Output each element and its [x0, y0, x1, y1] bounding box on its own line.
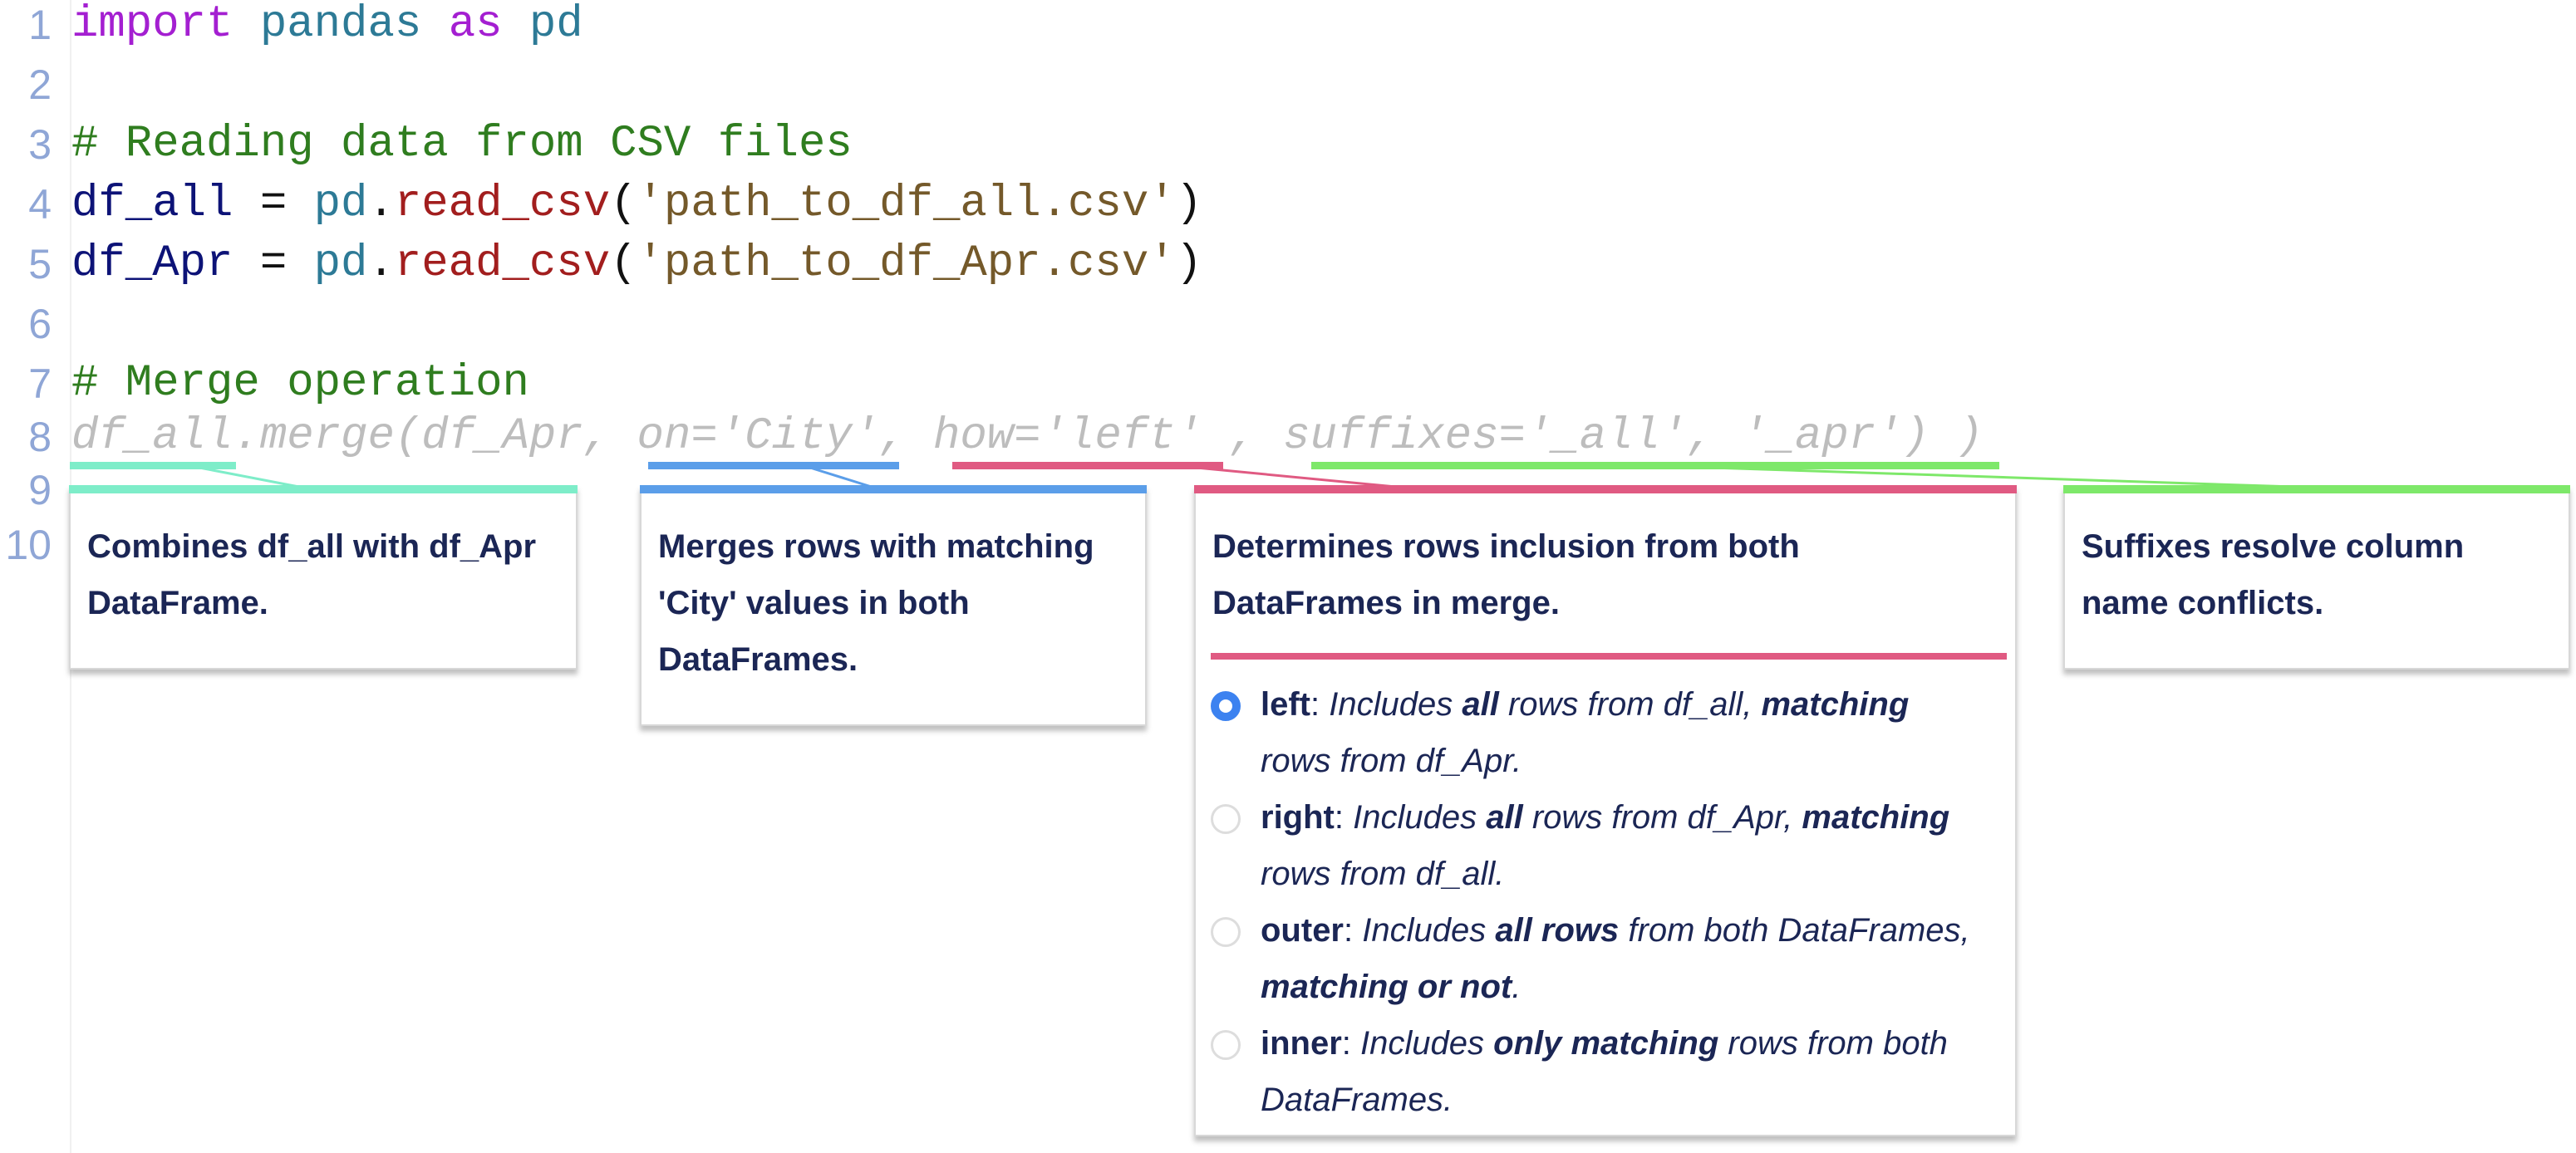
radio-button[interactable]	[1211, 804, 1241, 834]
option-text: inner	[1261, 1025, 1342, 1062]
option-text: :	[1334, 799, 1354, 836]
annotation-bar	[69, 485, 578, 493]
option-text: :	[1344, 912, 1363, 949]
option-text: matching or not	[1261, 969, 1512, 1005]
option-text: left	[1261, 686, 1310, 723]
option-text: matching	[1761, 686, 1910, 723]
option-text: rows from df_Apr,	[1522, 799, 1802, 836]
annotation-df-all-merge: Combines df_all with df_Apr DataFrame.	[69, 485, 578, 670]
option-text: from both DataFrames,	[1619, 912, 1970, 949]
how-option[interactable]: right: Includes all rows from df_Apr, ma…	[1196, 789, 1982, 902]
option-text: matching	[1802, 799, 1950, 836]
how-option[interactable]: outer: Includes all rows from both DataF…	[1196, 902, 1982, 1015]
annotation-bar	[2063, 485, 2570, 493]
option-text: Includes	[1362, 912, 1496, 949]
annotation-suffixes: Suffixes resolve column name conflicts.	[2063, 485, 2570, 670]
annotation-text: Determines rows inclusion from both Data…	[1212, 528, 1800, 621]
annotation-bar	[640, 485, 1147, 493]
option-text: :	[1310, 686, 1330, 723]
annotation-divider	[1211, 653, 2007, 660]
how-option[interactable]: inner: Includes only matching rows from …	[1196, 1015, 1982, 1128]
how-option[interactable]: left: Includes all rows from df_all, mat…	[1196, 676, 1982, 789]
option-text: .	[1512, 969, 1522, 1005]
option-text: all rows	[1495, 912, 1620, 949]
annotation-text: Combines df_all with df_Apr DataFrame.	[87, 528, 537, 621]
annotation-on: Merges rows with matching 'City' values …	[640, 485, 1147, 726]
option-text: all	[1462, 686, 1499, 723]
option-text: :	[1341, 1025, 1361, 1062]
radio-button[interactable]	[1211, 917, 1241, 947]
option-text: all	[1486, 799, 1523, 836]
option-text: Includes	[1360, 1025, 1494, 1062]
radio-button[interactable]	[1211, 691, 1241, 721]
annotation-bar	[1194, 485, 2017, 493]
option-text: Includes	[1329, 686, 1463, 723]
option-text: rows from df_Apr.	[1261, 743, 1522, 779]
option-text: Includes	[1353, 799, 1487, 836]
radio-button[interactable]	[1211, 1030, 1241, 1060]
option-text: rows from df_all,	[1498, 686, 1762, 723]
how-options-radio-group: left: Includes all rows from df_all, mat…	[1196, 676, 2015, 1128]
option-text: outer	[1261, 912, 1344, 949]
annotation-text: Suffixes resolve column name conflicts.	[2082, 528, 2465, 621]
annotation-how: Determines rows inclusion from both Data…	[1194, 485, 2017, 1136]
annotation-text: Merges rows with matching 'City' values …	[658, 528, 1094, 678]
option-text: right	[1261, 799, 1335, 836]
option-text: only matching	[1493, 1025, 1719, 1062]
option-text: rows from df_all.	[1261, 856, 1505, 892]
